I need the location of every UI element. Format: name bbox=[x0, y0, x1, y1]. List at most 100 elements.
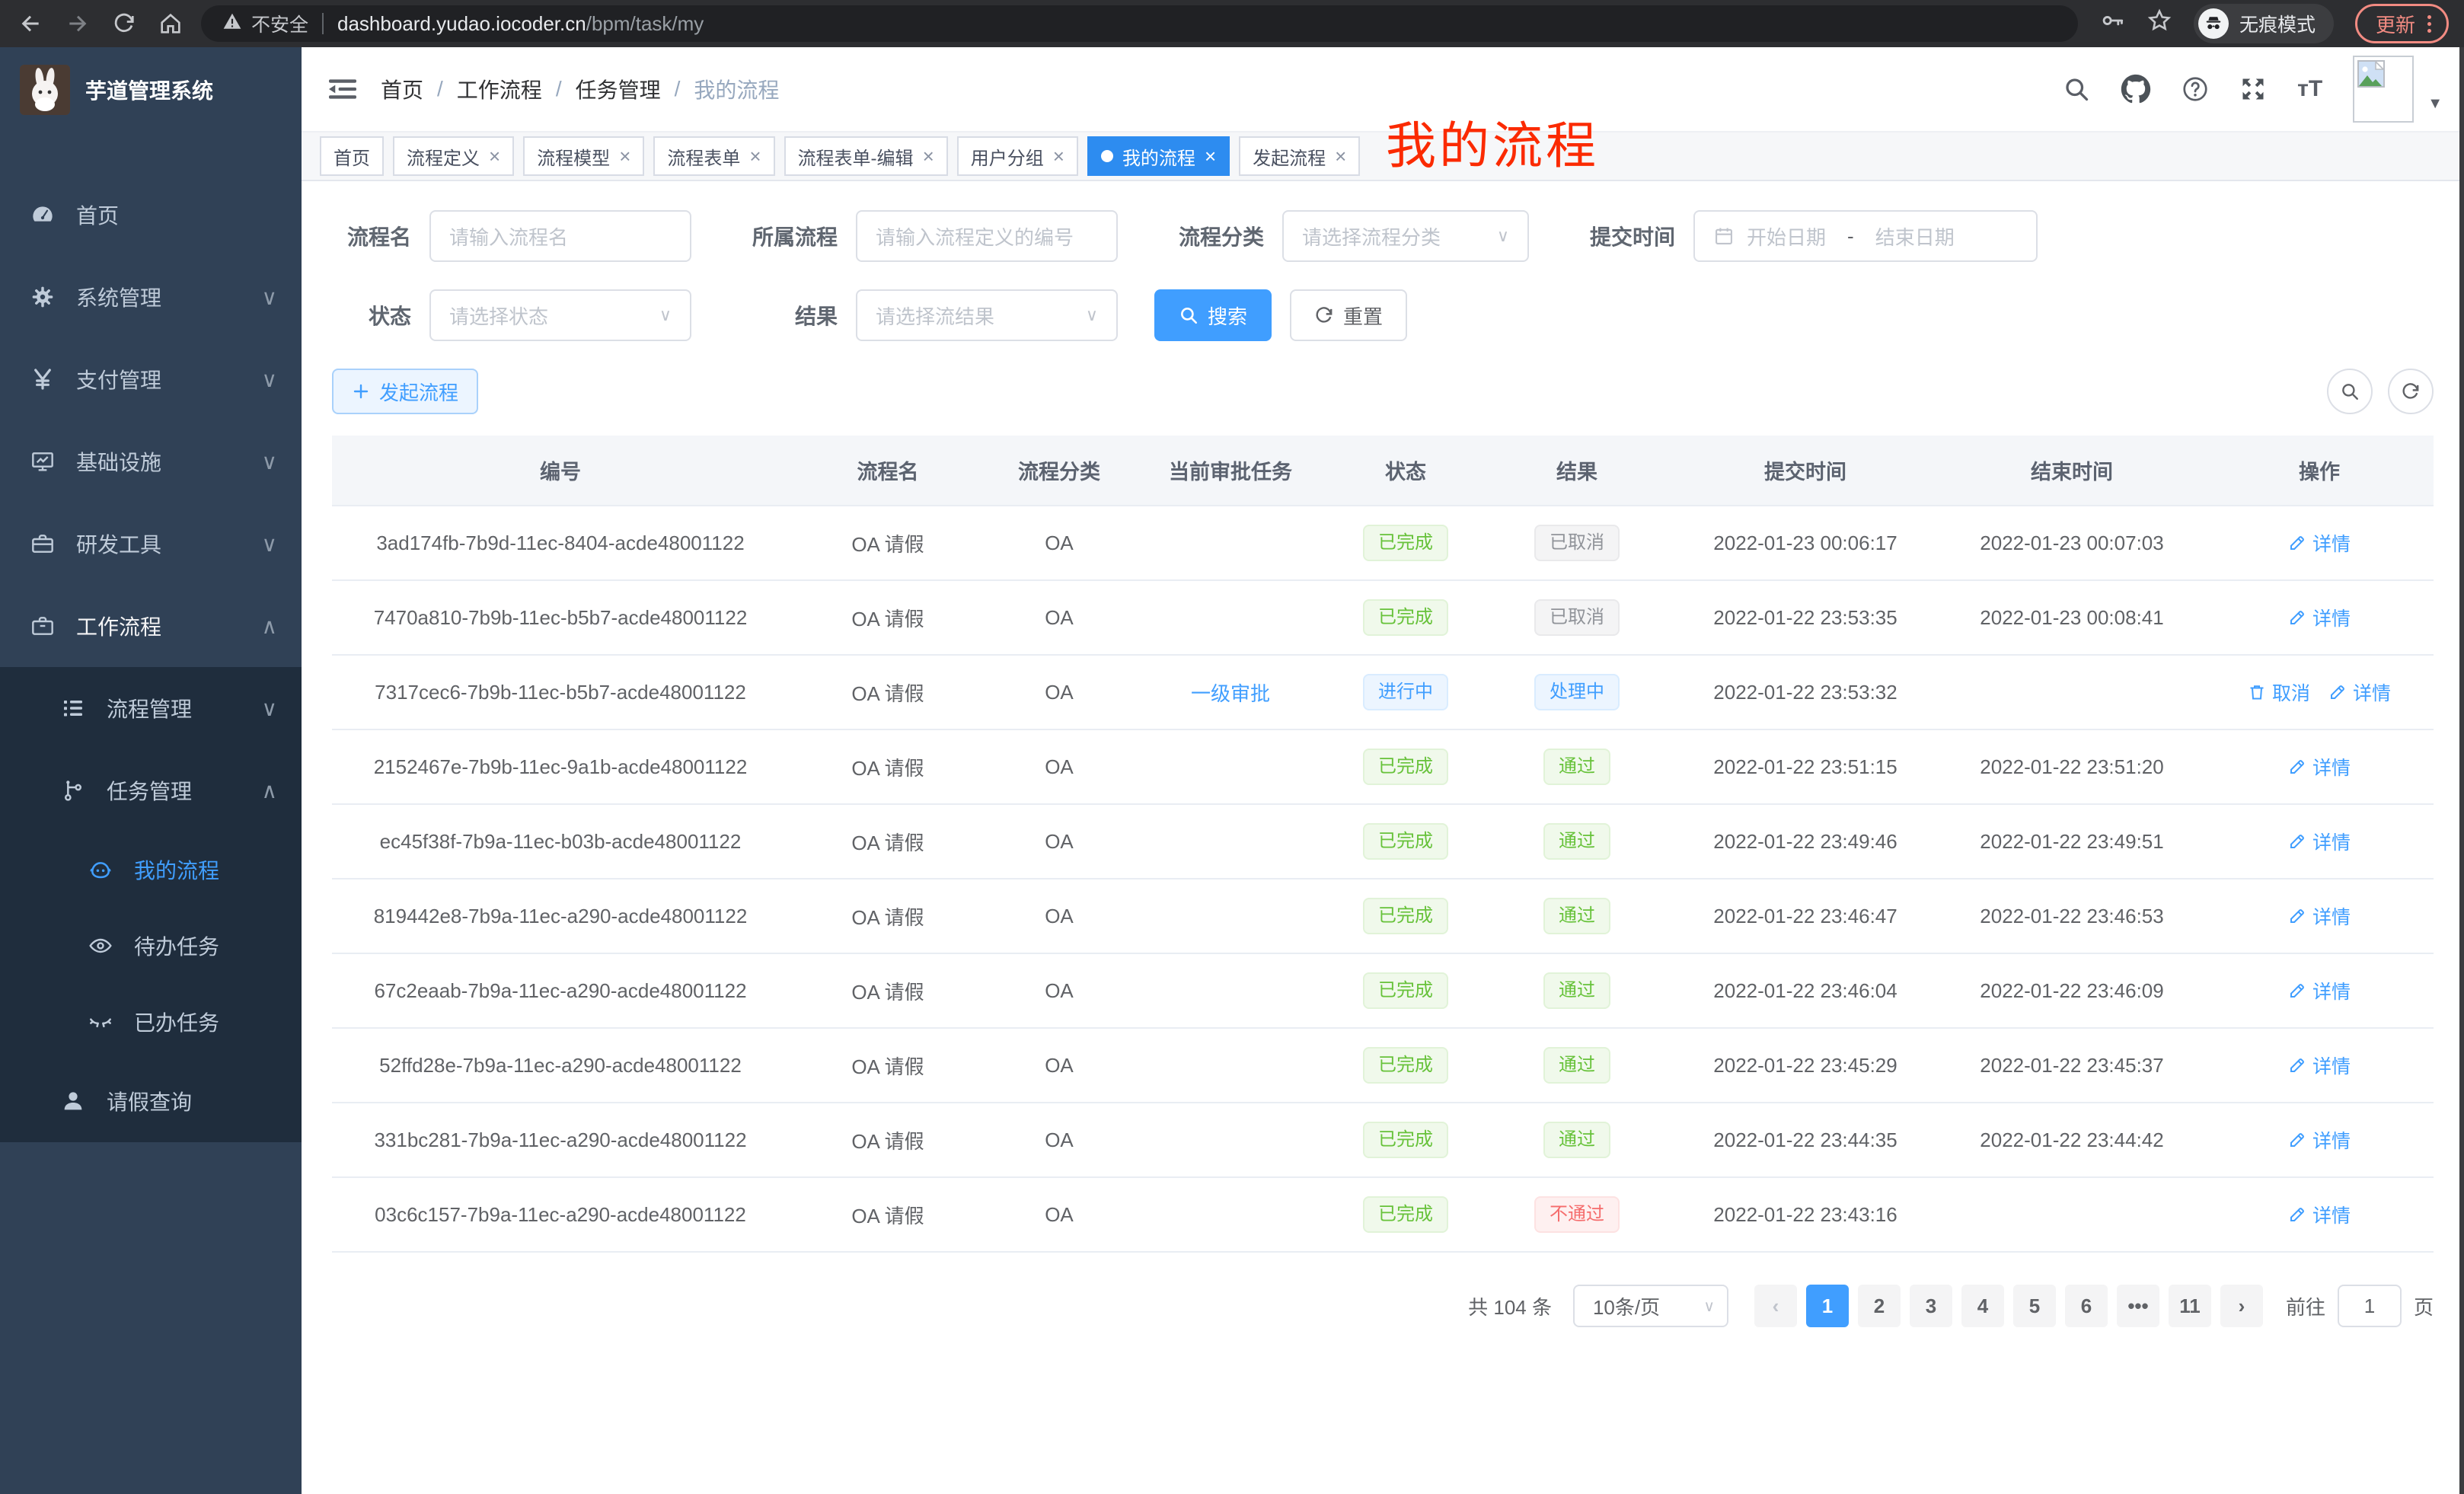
sidebar-item-系统管理[interactable]: 系统管理∨ bbox=[0, 256, 302, 338]
create-process-button[interactable]: 发起流程 bbox=[332, 369, 478, 414]
key-icon[interactable] bbox=[2099, 8, 2125, 40]
status-select[interactable]: 请选择状态∨ bbox=[429, 289, 691, 341]
page-size-select[interactable]: 10条/页∨ bbox=[1573, 1285, 1728, 1327]
browser-menu-icon[interactable] bbox=[2427, 12, 2431, 36]
chevron-down-icon: ∨ bbox=[262, 532, 278, 557]
close-icon[interactable]: × bbox=[923, 146, 934, 166]
close-icon[interactable]: × bbox=[1053, 146, 1064, 166]
close-icon[interactable]: × bbox=[1335, 146, 1346, 166]
search-button[interactable]: 搜索 bbox=[1154, 289, 1272, 341]
sidebar-item-支付管理[interactable]: 支付管理∨ bbox=[0, 338, 302, 420]
pencil-icon bbox=[2328, 683, 2347, 701]
close-icon[interactable]: × bbox=[1205, 146, 1216, 166]
show-search-button[interactable] bbox=[2327, 369, 2373, 414]
chevron-up-icon: ∧ bbox=[262, 614, 278, 639]
tab-流程表单[interactable]: 流程表单× bbox=[653, 136, 774, 176]
status-badge: 已完成 bbox=[1363, 1122, 1448, 1158]
user-avatar[interactable]: ▼ bbox=[2353, 56, 2443, 123]
bookmark-star-icon[interactable] bbox=[2146, 8, 2172, 40]
page-button-4[interactable]: 4 bbox=[1961, 1285, 2004, 1327]
refresh-button[interactable] bbox=[2388, 369, 2434, 414]
search-icon[interactable] bbox=[2063, 75, 2090, 103]
detail-link[interactable]: 详情 bbox=[2288, 828, 2351, 855]
cell-submit-time: 2022-01-22 23:53:32 bbox=[1672, 655, 1939, 729]
sidebar-item-研发工具[interactable]: 研发工具∨ bbox=[0, 503, 302, 585]
sidebar-item-流程管理[interactable]: 流程管理∨ bbox=[0, 667, 302, 749]
detail-link[interactable]: 详情 bbox=[2288, 753, 2351, 781]
chevron-down-icon[interactable]: ▼ bbox=[2427, 95, 2443, 113]
detail-link[interactable]: 详情 bbox=[2288, 902, 2351, 930]
result-badge: 通过 bbox=[1543, 898, 1610, 934]
tab-我的流程[interactable]: 我的流程× bbox=[1087, 136, 1230, 176]
back-icon[interactable] bbox=[18, 11, 43, 36]
sidebar-item-待办任务[interactable]: 待办任务 bbox=[0, 908, 302, 984]
tab-流程模型[interactable]: 流程模型× bbox=[523, 136, 644, 176]
url-bar[interactable]: 不安全 dashboard.yudao.iocoder.cn/bpm/task/… bbox=[201, 5, 2078, 42]
tab-label: 首页 bbox=[334, 143, 370, 170]
next-page-button[interactable]: › bbox=[2220, 1285, 2263, 1327]
detail-link[interactable]: 详情 bbox=[2288, 977, 2351, 1004]
process-name-input[interactable]: 请输入流程名 bbox=[429, 210, 691, 262]
goto-page-input[interactable]: 1 bbox=[2338, 1285, 2402, 1327]
sidebar-item-任务管理[interactable]: 任务管理∧ bbox=[0, 749, 302, 832]
reload-icon[interactable] bbox=[113, 12, 136, 35]
update-button[interactable]: 更新 bbox=[2355, 4, 2449, 43]
detail-link[interactable]: 详情 bbox=[2288, 529, 2351, 557]
current-task-link[interactable]: 一级审批 bbox=[1191, 682, 1270, 705]
breadcrumb-workflow[interactable]: 工作流程 bbox=[457, 74, 542, 104]
font-size-icon[interactable]: ᴛT bbox=[2297, 76, 2322, 102]
breadcrumb-task[interactable]: 任务管理 bbox=[576, 74, 661, 104]
fullscreen-icon[interactable] bbox=[2239, 75, 2267, 103]
help-icon[interactable] bbox=[2182, 75, 2209, 103]
cell-end-time bbox=[1939, 1177, 2205, 1252]
page-button-3[interactable]: 3 bbox=[1910, 1285, 1952, 1327]
sidebar-item-请假查询[interactable]: 请假查询 bbox=[0, 1060, 302, 1142]
tab-发起流程[interactable]: 发起流程× bbox=[1239, 136, 1360, 176]
close-icon[interactable]: × bbox=[489, 146, 500, 166]
more-pages-button[interactable]: ••• bbox=[2117, 1285, 2159, 1327]
tab-流程表单-编辑[interactable]: 流程表单-编辑× bbox=[784, 136, 948, 176]
home-icon[interactable] bbox=[158, 11, 183, 36]
process-definition-input[interactable]: 请输入流程定义的编号 bbox=[856, 210, 1118, 262]
github-icon[interactable] bbox=[2121, 74, 2151, 104]
detail-link[interactable]: 详情 bbox=[2288, 604, 2351, 631]
detail-link[interactable]: 详情 bbox=[2288, 1201, 2351, 1228]
result-select[interactable]: 请选择流结果∨ bbox=[856, 289, 1118, 341]
cancel-link[interactable]: 取消 bbox=[2248, 678, 2310, 706]
cell-submit-time: 2022-01-22 23:49:46 bbox=[1672, 804, 1939, 879]
forward-icon[interactable] bbox=[65, 11, 90, 36]
detail-link[interactable]: 详情 bbox=[2288, 1052, 2351, 1079]
close-icon[interactable]: × bbox=[619, 146, 630, 166]
list-icon bbox=[61, 696, 85, 720]
page-button-6[interactable]: 6 bbox=[2065, 1285, 2108, 1327]
security-label[interactable]: 不安全 bbox=[251, 10, 308, 37]
page-button-2[interactable]: 2 bbox=[1858, 1285, 1901, 1327]
prev-page-button[interactable]: ‹ bbox=[1754, 1285, 1797, 1327]
collapse-menu-icon[interactable] bbox=[329, 77, 356, 101]
close-icon[interactable]: × bbox=[749, 146, 761, 166]
sidebar-item-首页[interactable]: 首页 bbox=[0, 174, 302, 256]
reset-button[interactable]: 重置 bbox=[1290, 289, 1407, 341]
cell-result: 不通过 bbox=[1482, 1177, 1672, 1252]
detail-link[interactable]: 详情 bbox=[2288, 1126, 2351, 1154]
tab-流程定义[interactable]: 流程定义× bbox=[393, 136, 514, 176]
yen-icon bbox=[30, 367, 55, 391]
page-button-1[interactable]: 1 bbox=[1806, 1285, 1849, 1327]
page-button-11[interactable]: 11 bbox=[2169, 1285, 2211, 1327]
window-edge bbox=[2459, 47, 2464, 1494]
category-select[interactable]: 请选择流程分类∨ bbox=[1282, 210, 1529, 262]
detail-link[interactable]: 详情 bbox=[2328, 678, 2391, 706]
submit-time-range-picker[interactable]: 开始日期 - 结束日期 bbox=[1693, 210, 2038, 262]
breadcrumb-home[interactable]: 首页 bbox=[381, 74, 423, 104]
submenu: 流程管理∨任务管理∧我的流程待办任务已办任务请假查询 bbox=[0, 667, 302, 1142]
action-label: 详情 bbox=[2312, 1201, 2351, 1228]
sidebar-item-我的流程[interactable]: 我的流程 bbox=[0, 832, 302, 908]
tab-首页[interactable]: 首页 bbox=[320, 136, 384, 176]
tab-用户分组[interactable]: 用户分组× bbox=[957, 136, 1078, 176]
cell-current-task bbox=[1131, 729, 1329, 804]
sidebar-item-基础设施[interactable]: 基础设施∨ bbox=[0, 420, 302, 503]
sidebar-item-工作流程[interactable]: 工作流程∧ bbox=[0, 585, 302, 667]
chevron-down-icon: ∨ bbox=[262, 285, 278, 310]
sidebar-item-已办任务[interactable]: 已办任务 bbox=[0, 984, 302, 1060]
page-button-5[interactable]: 5 bbox=[2013, 1285, 2056, 1327]
